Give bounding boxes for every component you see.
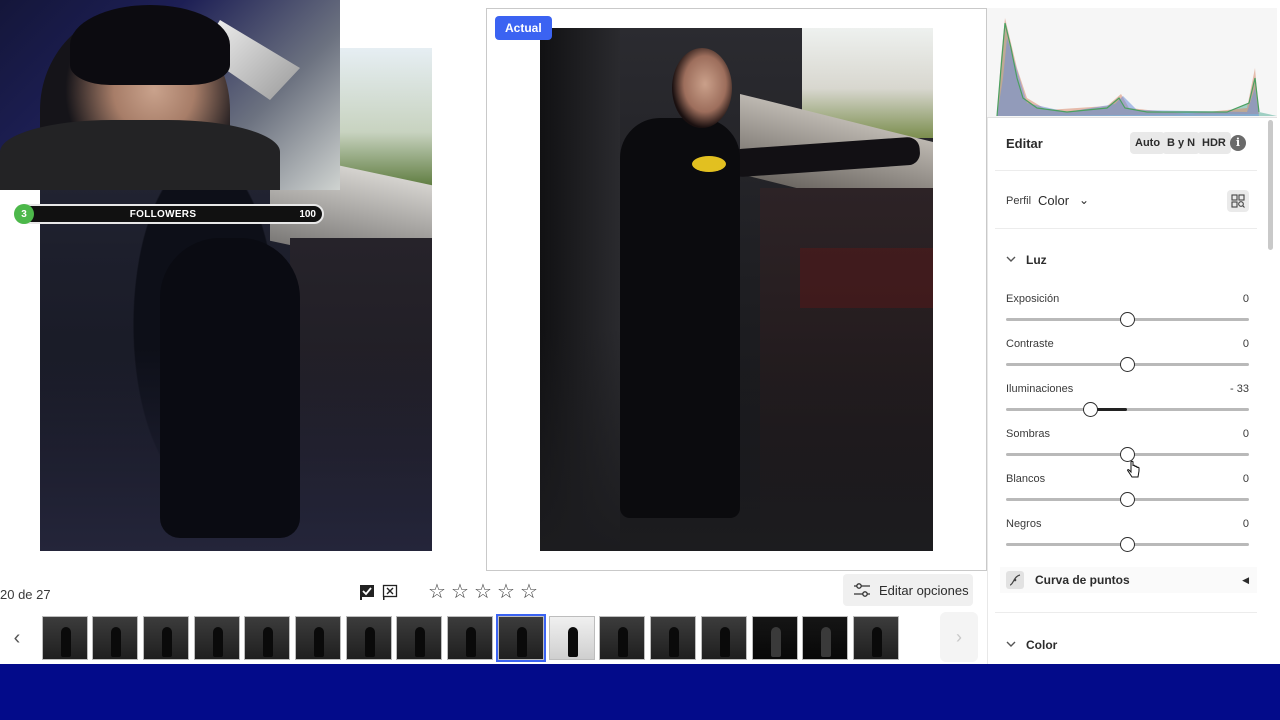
filmstrip-thumbnail[interactable] (346, 616, 392, 660)
info-icon[interactable]: i (1230, 135, 1246, 151)
auto-button[interactable]: Auto (1130, 132, 1166, 154)
photo-sky (340, 48, 432, 188)
exposure-value[interactable]: 0 (1243, 293, 1249, 305)
followers-goal: 100 (299, 208, 316, 220)
panel-divider (995, 612, 1257, 613)
bottom-banner (0, 664, 1280, 720)
blacks-value[interactable]: 0 (1243, 518, 1249, 530)
exposure-slider[interactable] (1006, 312, 1249, 327)
filmstrip-thumbnail[interactable] (447, 616, 493, 660)
point-curve-label: Curva de puntos (1035, 573, 1130, 587)
star-4-icon[interactable]: ☆ (497, 582, 515, 602)
shadows-label: Sombras (1006, 428, 1051, 440)
chevron-down-icon (1006, 255, 1016, 266)
profile-value[interactable]: Color (1038, 193, 1069, 208)
filmstrip-thumbnail[interactable] (650, 616, 696, 660)
filmstrip-next-icon[interactable]: › (940, 612, 978, 662)
star-rating: ☆ ☆ ☆ ☆ ☆ (428, 582, 538, 602)
followers-count: 3 (14, 204, 34, 224)
filmstrip-thumbnail[interactable] (549, 616, 595, 660)
filmstrip-thumbnail[interactable] (701, 616, 747, 660)
webcam-hair (70, 5, 230, 85)
blacks-slider[interactable] (1006, 537, 1249, 552)
edit-options-label: Editar opciones (879, 582, 969, 598)
star-1-icon[interactable]: ☆ (428, 582, 446, 602)
filmstrip-thumbnail[interactable] (396, 616, 442, 660)
highlights-value[interactable]: - 33 (1230, 383, 1249, 395)
histogram-graph (996, 18, 1277, 117)
whites-slider[interactable] (1006, 492, 1249, 507)
edit-panel-title: Editar (1006, 136, 1043, 151)
histogram (987, 8, 1277, 118)
highlights-label: Iluminaciones (1006, 383, 1074, 395)
webcam-shirt (0, 120, 280, 190)
filmstrip-prev-icon[interactable]: ‹ (4, 618, 30, 658)
lightroom-window: Actual 3 FOLLOWERS 100 20 de 27 ☆ ☆ ☆ ☆ … (0, 0, 1280, 720)
filmstrip-thumbnail[interactable] (194, 616, 240, 660)
photo-shirt-logo (692, 156, 726, 172)
hdr-button[interactable]: HDR (1197, 132, 1231, 154)
curve-icon (1006, 571, 1024, 589)
filmstrip-thumbnail[interactable] (42, 616, 88, 660)
filmstrip-thumbnail-selected[interactable] (496, 614, 546, 662)
filmstrip-thumbnail[interactable] (802, 616, 848, 660)
shadows-value[interactable]: 0 (1243, 428, 1249, 440)
flag-pick-icon[interactable] (358, 583, 376, 601)
star-5-icon[interactable]: ☆ (520, 582, 538, 602)
webcam-overlay (0, 0, 340, 190)
highlights-slider-handle[interactable] (1083, 402, 1098, 417)
panel-divider (995, 228, 1257, 229)
panel-scrollbar[interactable] (1268, 120, 1273, 250)
contrast-slider[interactable] (1006, 357, 1249, 372)
star-3-icon[interactable]: ☆ (474, 582, 492, 602)
section-light-label: Luz (1026, 253, 1047, 267)
filmstrip-thumbnail[interactable] (599, 616, 645, 660)
contrast-slider-handle[interactable] (1120, 357, 1135, 372)
panel-divider (995, 170, 1257, 171)
edit-options-button[interactable]: Editar opciones (843, 574, 973, 606)
exposure-slider-handle[interactable] (1120, 312, 1135, 327)
whites-value[interactable]: 0 (1243, 473, 1249, 485)
star-2-icon[interactable]: ☆ (451, 582, 469, 602)
followers-label: FOLLOWERS (129, 208, 197, 220)
filmstrip-thumbnail[interactable] (752, 616, 798, 660)
highlights-slider[interactable] (1006, 402, 1249, 417)
profile-browser-icon[interactable] (1227, 190, 1249, 212)
profile-label: Perfil (1006, 195, 1032, 207)
photo-figure-body (620, 118, 740, 518)
point-curve-row[interactable]: Curva de puntos ◀ (1000, 567, 1257, 593)
photo-figure (160, 238, 300, 538)
photo-wall-tint (800, 248, 933, 308)
followers-goal-bar: 3 FOLLOWERS 100 (14, 204, 324, 224)
contrast-label: Contraste (1006, 338, 1054, 350)
section-light-header[interactable]: Luz (1006, 253, 1047, 267)
filmstrip-thumbnail[interactable] (244, 616, 290, 660)
filmstrip-thumbnail[interactable] (143, 616, 189, 660)
filmstrip-thumbnail[interactable] (295, 616, 341, 660)
chevron-down-icon (1006, 640, 1016, 651)
photo-counter: 20 de 27 (0, 587, 51, 602)
section-color-header[interactable]: Color (1006, 638, 1057, 652)
shadows-slider[interactable] (1006, 447, 1249, 462)
blacks-label: Negros (1006, 518, 1042, 530)
blacks-slider-handle[interactable] (1120, 537, 1135, 552)
exposure-label: Exposición (1006, 293, 1060, 305)
section-color-label: Color (1026, 638, 1058, 652)
black-white-button[interactable]: B y N (1162, 132, 1201, 154)
sliders-icon (854, 583, 870, 597)
current-photo[interactable] (540, 28, 933, 551)
flag-reject-icon[interactable] (381, 583, 399, 601)
chevron-down-icon[interactable]: ⌄ (1079, 193, 1089, 207)
hand-cursor-icon (1127, 460, 1140, 478)
whites-slider-handle[interactable] (1120, 492, 1135, 507)
filmstrip-thumbnail[interactable] (853, 616, 899, 660)
contrast-value[interactable]: 0 (1243, 338, 1249, 350)
compare-badge-actual: Actual (495, 16, 552, 40)
whites-label: Blancos (1006, 473, 1046, 485)
filmstrip-thumbnail[interactable] (92, 616, 138, 660)
caret-left-icon[interactable]: ◀ (1242, 575, 1249, 586)
photo-figure-head (672, 48, 732, 128)
